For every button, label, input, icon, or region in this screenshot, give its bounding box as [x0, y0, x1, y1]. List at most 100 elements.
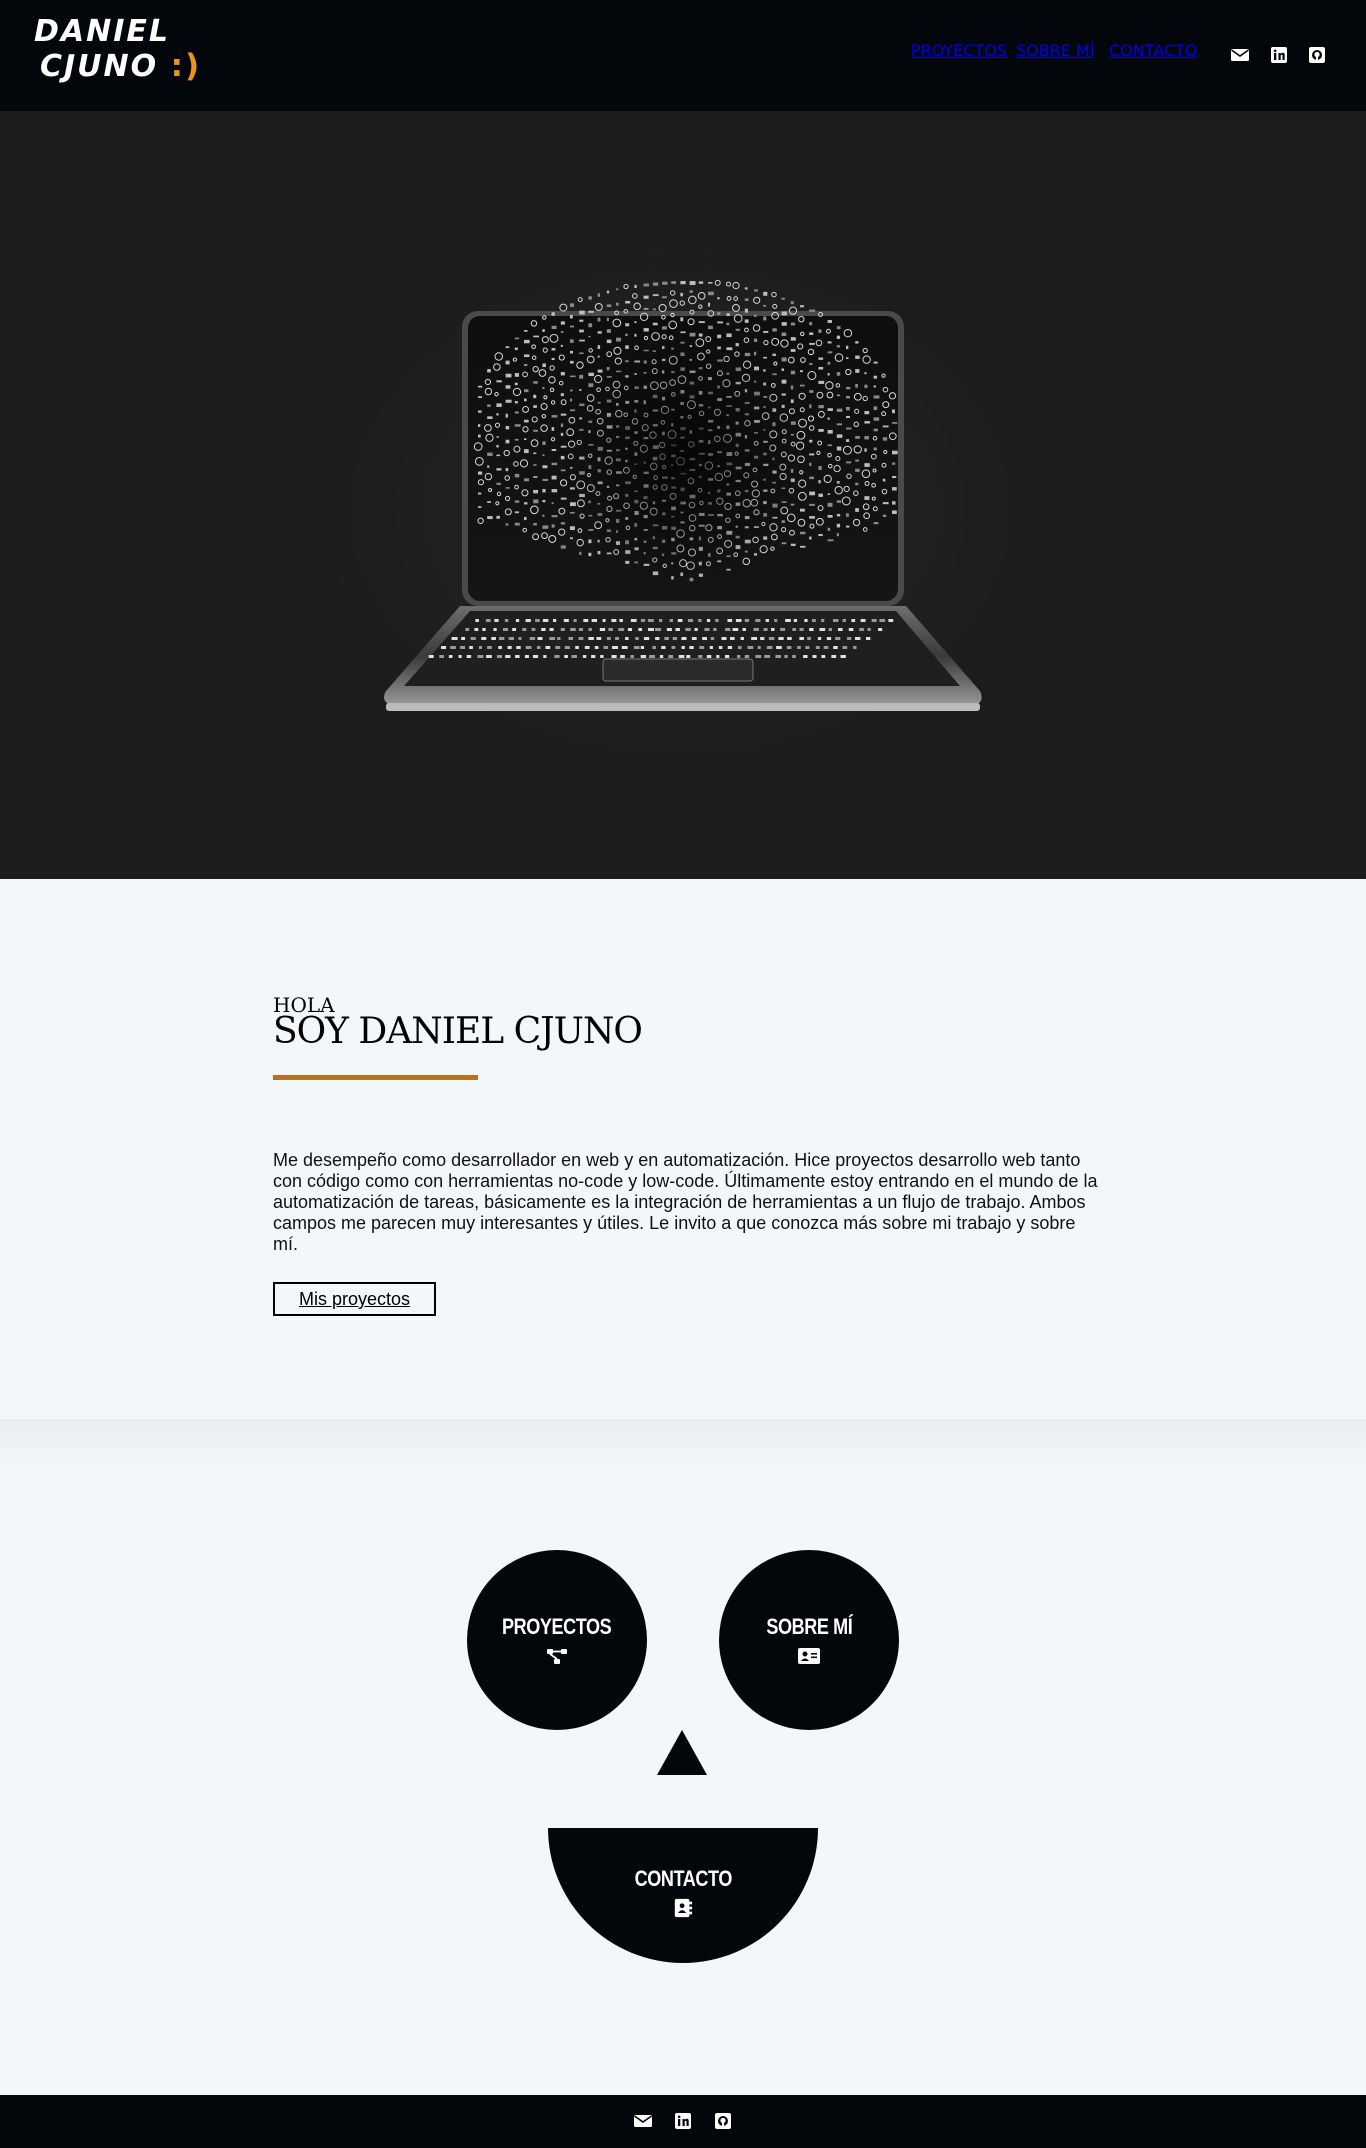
keyboard-glyph: [591, 655, 596, 658]
code-glyph: [809, 322, 813, 326]
keyboard-glyph: [635, 637, 639, 640]
sobre-mi-circle-button[interactable]: SOBRE MÍ: [719, 1550, 899, 1730]
keyboard-glyph: [799, 628, 804, 631]
nav-sobre-mi[interactable]: SOBRE MÍ: [1016, 41, 1095, 60]
code-glyph: [781, 311, 787, 316]
keyboard-glyph: [470, 637, 476, 640]
envelope-icon[interactable]: [633, 2111, 653, 2131]
code-glyph: [892, 501, 896, 505]
code-glyph: [836, 345, 840, 348]
keyboard-glyph: [784, 655, 788, 658]
keyboard-glyph: [515, 655, 520, 658]
keyboard-glyph: [441, 646, 447, 649]
code-glyph: [827, 408, 833, 411]
code-glyph: [505, 426, 510, 430]
code-glyph: [855, 369, 860, 373]
keyboard-glyph: [584, 646, 590, 649]
code-glyph: [873, 375, 878, 379]
keyboard-glyph: [532, 655, 539, 658]
keyboard-glyph: [766, 646, 773, 649]
keyboard-glyph: [491, 637, 496, 640]
code-glyph: [496, 468, 502, 471]
keyboard-glyph: [737, 646, 742, 649]
code-glyph: [708, 291, 714, 296]
code-glyph: [551, 325, 557, 329]
code-glyph: [606, 304, 612, 308]
code-glyph: [892, 409, 895, 414]
code-glyph: [514, 411, 519, 414]
keyboard-glyph: [494, 619, 499, 622]
code-glyph: [744, 319, 749, 323]
code-glyph: [818, 357, 824, 360]
keyboard-glyph: [525, 646, 532, 649]
keyboard-glyph: [575, 646, 579, 649]
keyboard-glyph: [718, 646, 723, 649]
code-glyph: [505, 523, 509, 526]
code-glyph: [689, 281, 696, 285]
code-glyph: [827, 514, 833, 518]
keyboard-glyph: [765, 619, 769, 622]
code-glyph: [809, 439, 813, 443]
code-glyph: [790, 349, 796, 352]
keyboard-glyph: [888, 619, 894, 622]
code-glyph: [809, 309, 816, 312]
keyboard-glyph: [560, 628, 565, 631]
code-glyph: [524, 330, 528, 332]
keyboard-glyph: [691, 637, 697, 640]
code-glyph: [790, 543, 796, 546]
code-glyph: [505, 439, 510, 444]
code-glyph: [533, 499, 539, 504]
keyboard-glyph: [878, 628, 883, 631]
project-diagram-icon: [547, 1649, 567, 1664]
keyboard-glyph: [570, 628, 576, 631]
code-glyph: [478, 396, 483, 398]
linkedin-icon[interactable]: [1269, 45, 1289, 65]
nav-contacto[interactable]: CONTACTO: [1109, 41, 1197, 60]
linkedin-icon[interactable]: [673, 2111, 693, 2131]
code-glyph: [542, 478, 548, 481]
code-glyph: [726, 347, 733, 351]
envelope-icon[interactable]: [1230, 45, 1250, 65]
code-glyph: [800, 508, 805, 512]
code-glyph: [496, 454, 501, 457]
my-projects-button[interactable]: Mis proyectos: [273, 1282, 436, 1316]
code-glyph: [570, 375, 576, 378]
keyboard-glyph: [537, 637, 543, 640]
contacto-mouth-button[interactable]: CONTACTO: [548, 1828, 818, 1963]
keyboard-glyph: [451, 637, 458, 640]
code-glyph: [873, 447, 877, 451]
code-glyph: [855, 341, 859, 344]
code-glyph: [846, 427, 852, 430]
code-glyph: [679, 300, 685, 306]
code-glyph: [735, 328, 740, 331]
code-glyph: [873, 428, 878, 432]
code-glyph: [588, 310, 594, 313]
keyboard-glyph: [477, 655, 484, 658]
code-glyph: [514, 373, 520, 377]
proyectos-circle-button[interactable]: PROYECTOS: [467, 1550, 647, 1730]
keyboard-glyph: [474, 628, 479, 631]
code-glyph: [882, 502, 889, 505]
code-glyph: [892, 450, 898, 455]
keyboard-glyph: [702, 637, 708, 640]
github-icon[interactable]: [1307, 45, 1327, 65]
code-glyph: [652, 322, 658, 326]
keyboard-glyph: [698, 655, 703, 658]
code-glyph: [754, 289, 758, 292]
code-glyph: [559, 303, 568, 312]
keyboard-glyph: [606, 637, 611, 640]
nav-proyectos[interactable]: PROYECTOS: [911, 41, 1007, 60]
code-glyph: [836, 513, 841, 517]
github-icon[interactable]: [713, 2111, 733, 2131]
keyboard-glyph: [621, 646, 628, 649]
keyboard-glyph: [706, 655, 712, 658]
code-glyph: [827, 493, 831, 495]
code-glyph: [496, 403, 502, 407]
id-card-icon: [798, 1648, 820, 1664]
code-glyph: [588, 372, 594, 377]
site-logo[interactable]: DANIEL CJUNO :): [34, 14, 201, 84]
code-glyph: [864, 384, 868, 388]
code-glyph: [855, 459, 860, 462]
laptop-code-illustration: [384, 279, 982, 711]
code-glyph: [560, 371, 565, 376]
